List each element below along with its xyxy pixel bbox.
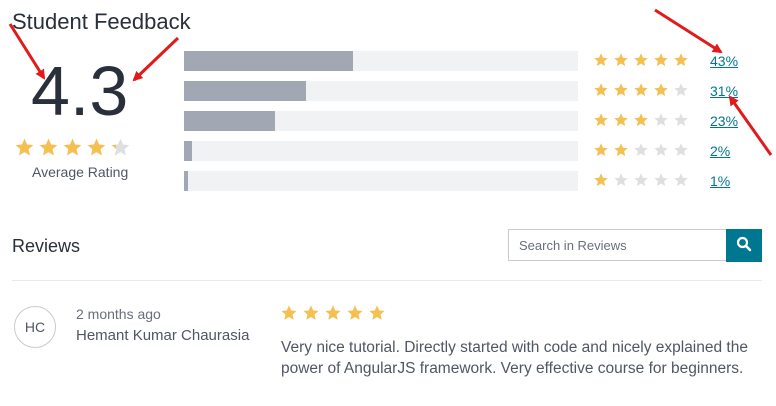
avatar: HC (14, 306, 56, 348)
star-filled-icon (368, 304, 386, 322)
star-filled-icon (346, 304, 364, 322)
review-text: Very nice tutorial. Directly started wit… (281, 339, 748, 377)
reviews-heading: Reviews (12, 236, 81, 256)
star-filled-icon (280, 304, 298, 322)
arrow-to-percent-43 (654, 8, 723, 54)
arrow-to-percent-31 (728, 95, 773, 156)
star-filled-icon (302, 304, 320, 322)
review-rating-stars (280, 304, 386, 322)
review-search-input[interactable] (509, 230, 726, 260)
review-timestamp: 2 months ago (76, 306, 161, 322)
arrow-to-rating-left (8, 23, 46, 80)
arrow-to-rating-right (132, 36, 180, 82)
star-filled-icon (324, 304, 342, 322)
review-author: Hemant Kumar Chaurasia (76, 327, 250, 344)
divider (12, 280, 762, 281)
review-search-button[interactable] (726, 229, 762, 262)
search-icon (736, 236, 752, 255)
review-search-field[interactable] (508, 229, 726, 261)
